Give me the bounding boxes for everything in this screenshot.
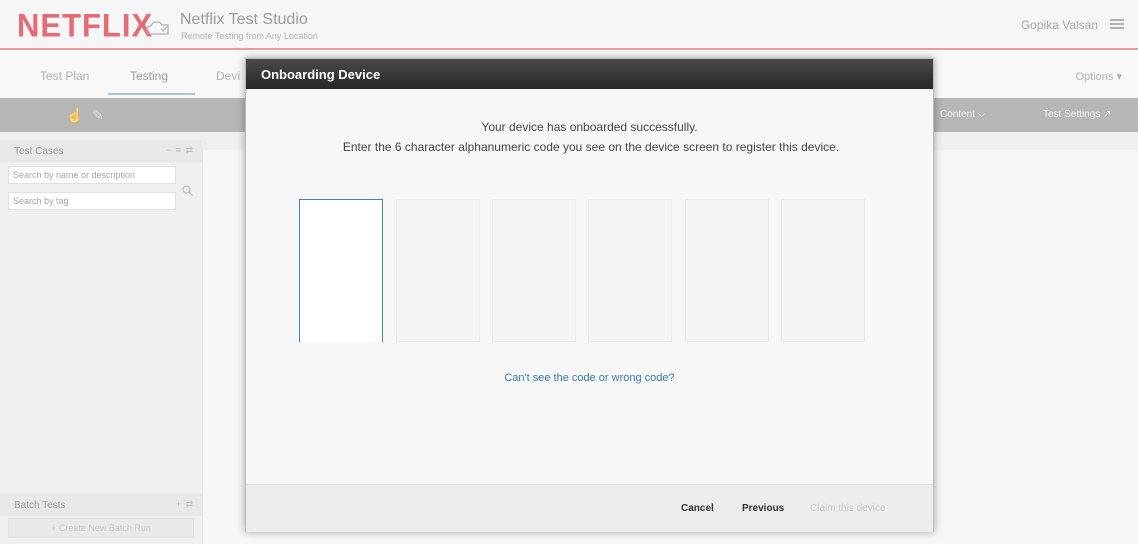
code-input-4[interactable] <box>588 199 672 342</box>
cancel-button[interactable]: Cancel <box>681 503 714 514</box>
code-input-5[interactable] <box>685 199 769 342</box>
previous-button[interactable]: Previous <box>742 503 784 514</box>
code-input-6[interactable] <box>781 199 865 342</box>
dialog-header: Onboarding Device <box>246 59 933 89</box>
onboarding-dialog: Onboarding Device Your device has onboar… <box>245 58 934 532</box>
code-input-1[interactable] <box>299 199 383 342</box>
dialog-title: Onboarding Device <box>261 67 381 82</box>
claim-device-button[interactable]: Claim this device <box>810 503 886 514</box>
code-input-3[interactable] <box>492 199 576 342</box>
help-link[interactable]: Can't see the code or wrong code? <box>246 372 933 384</box>
code-input-2[interactable] <box>396 199 480 342</box>
success-message: Your device has onboarded successfully. <box>481 120 698 134</box>
dialog-footer: Cancel Previous Claim this device <box>246 484 933 532</box>
instructions-message: Enter the 6 character alphanumeric code … <box>342 140 840 154</box>
